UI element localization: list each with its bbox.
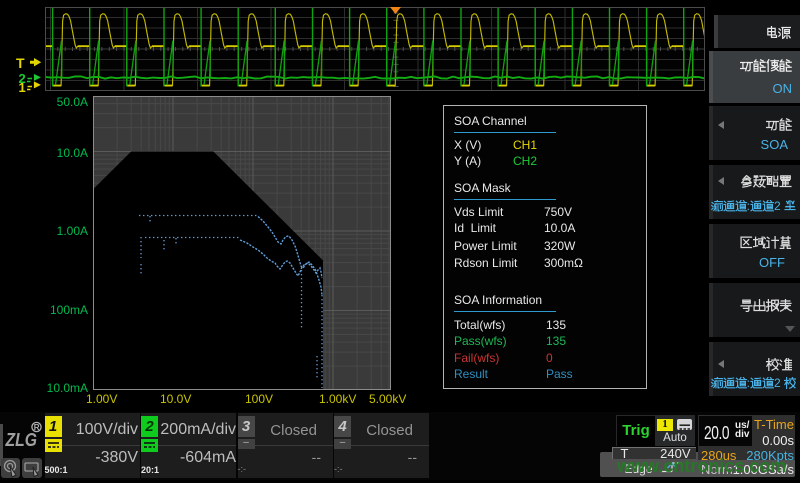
- svg-text:R: R: [34, 423, 40, 432]
- svg-text:1: 1: [19, 80, 26, 94]
- svg-text:T: T: [16, 55, 25, 71]
- svg-text:ZLG: ZLG: [5, 429, 37, 451]
